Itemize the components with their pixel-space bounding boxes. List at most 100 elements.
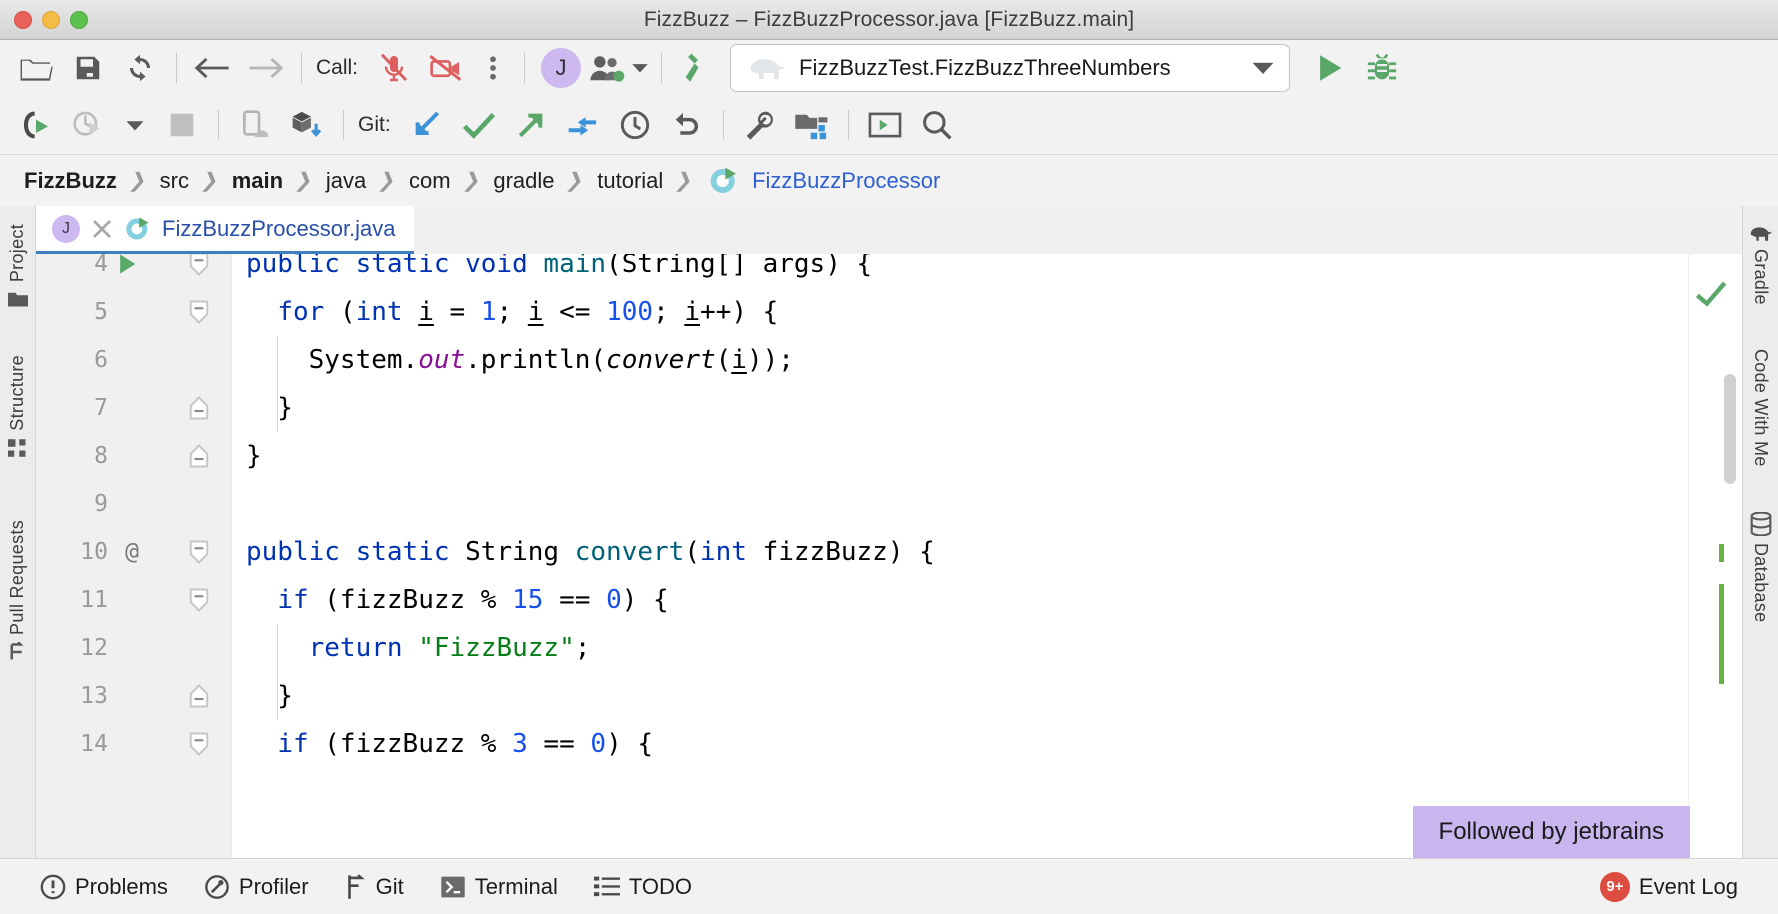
inspection-scroll-strip[interactable] — [1688, 254, 1742, 858]
gutter-row[interactable]: 13 — [36, 672, 231, 720]
run-configuration-selector[interactable]: FizzBuzzTest.FizzBuzzThreeNumbers — [730, 44, 1291, 92]
more-options-icon[interactable] — [472, 45, 514, 91]
fold-end-icon[interactable] — [188, 684, 210, 708]
status-item-problems[interactable]: Problems — [22, 874, 186, 900]
gutter-row[interactable]: 7 — [36, 384, 231, 432]
profiler-run-icon[interactable] — [62, 102, 114, 148]
sidebar-item-code-with-me[interactable]: Code With Me — [1750, 339, 1771, 477]
save-all-icon[interactable] — [62, 45, 114, 91]
code-line[interactable]: public static String convert(int fizzBuz… — [232, 528, 1742, 576]
status-item-git[interactable]: Git — [327, 874, 422, 900]
breadcrumb-item-class[interactable]: FizzBuzzProcessor — [702, 165, 944, 197]
git-push-icon[interactable] — [505, 102, 557, 148]
git-commit-icon[interactable] — [453, 102, 505, 148]
settings-wrench-icon[interactable] — [734, 102, 786, 148]
gutter-row[interactable]: 4 — [36, 254, 231, 288]
fold-end-icon[interactable] — [188, 396, 210, 420]
chevron-down-icon[interactable] — [1251, 60, 1275, 76]
back-arrow-icon[interactable] — [187, 45, 239, 91]
editor-gutter[interactable]: 4 5 6 7 8 9 10 @11 12 13 14 — [36, 254, 232, 858]
gutter-row[interactable]: 10 @ — [36, 528, 231, 576]
breadcrumb-item-java[interactable]: java — [322, 168, 370, 194]
code-line[interactable]: System.out.println(convert(i)); — [232, 336, 1742, 384]
gutter-row[interactable]: 9 — [36, 480, 231, 528]
code-line[interactable]: for (int i = 1; i <= 100; i++) { — [232, 288, 1742, 336]
code-line[interactable]: return "FizzBuzz"; — [232, 624, 1742, 672]
gutter-row[interactable]: 6 — [36, 336, 231, 384]
code-line[interactable]: } — [232, 672, 1742, 720]
microphone-muted-icon[interactable] — [368, 45, 420, 91]
status-item-terminal[interactable]: Terminal — [422, 874, 576, 900]
gutter-row[interactable]: 11 — [36, 576, 231, 624]
code-line[interactable]: } — [232, 384, 1742, 432]
fold-collapse-icon[interactable] — [188, 540, 210, 564]
stop-icon[interactable] — [156, 102, 208, 148]
sidebar-item-pull-requests[interactable]: Pull Requests — [7, 510, 28, 672]
breadcrumb-item-com[interactable]: com — [405, 168, 455, 194]
breadcrumb-item-gradle[interactable]: gradle — [489, 168, 558, 194]
debug-button[interactable] — [1356, 45, 1408, 91]
fold-collapse-icon[interactable] — [188, 588, 210, 612]
code-text-area[interactable]: public static void main(String[] args) {… — [232, 254, 1742, 858]
close-icon[interactable] — [90, 217, 114, 241]
fold-end-icon[interactable] — [188, 444, 210, 468]
sidebar-item-project[interactable]: Project — [7, 214, 28, 319]
code-editor[interactable]: 4 5 6 7 8 9 10 @11 12 13 14 public static void mai… — [36, 254, 1742, 858]
vcs-change-marker — [1719, 544, 1724, 562]
code-line[interactable]: if (fizzBuzz % 3 == 0) { — [232, 720, 1742, 768]
fold-collapse-icon[interactable] — [188, 254, 210, 276]
project-structure-icon[interactable] — [786, 102, 838, 148]
code-with-me-users-icon[interactable] — [587, 45, 651, 91]
git-rollback-icon[interactable] — [661, 102, 713, 148]
terminal-icon[interactable] — [859, 102, 911, 148]
sync-icon[interactable] — [114, 45, 166, 91]
code-line[interactable]: public static void main(String[] args) { — [232, 254, 1742, 288]
status-item-profiler[interactable]: Profiler — [186, 874, 327, 900]
avatar[interactable]: J — [535, 45, 587, 91]
build-hammer-icon[interactable] — [672, 45, 724, 91]
sdk-manager-icon[interactable] — [281, 102, 333, 148]
run-button[interactable] — [1304, 45, 1356, 91]
toolbar-divider — [722, 110, 724, 140]
breadcrumb-class-label: FizzBuzzProcessor — [752, 167, 941, 193]
status-item-todo[interactable]: TODO — [576, 874, 710, 900]
left-strip-label: Pull Requests — [7, 519, 27, 635]
breadcrumb-item-tutorial[interactable]: tutorial — [593, 168, 667, 194]
fold-collapse-icon[interactable] — [188, 732, 210, 756]
breadcrumb-item-src[interactable]: src — [156, 168, 193, 194]
toolbar-divider — [343, 110, 344, 140]
git-history-icon[interactable] — [609, 102, 661, 148]
editor-tab-fizzbuzzprocessor[interactable]: J FizzBuzzProcessor.java — [36, 206, 414, 254]
gutter-row[interactable]: 14 — [36, 720, 231, 768]
sidebar-item-gradle[interactable]: Gradle — [1749, 214, 1773, 315]
profiler-dropdown-icon[interactable] — [114, 102, 156, 148]
editor-scrollbar-thumb[interactable] — [1724, 374, 1736, 484]
breadcrumb-item-main[interactable]: main — [228, 168, 287, 194]
code-line[interactable]: if (fizzBuzz % 15 == 0) { — [232, 576, 1742, 624]
sidebar-item-database[interactable]: Database — [1750, 502, 1772, 632]
git-merge-icon[interactable] — [557, 102, 609, 148]
code-line[interactable]: } — [232, 432, 1742, 480]
annotation-marker[interactable]: @ — [118, 528, 146, 576]
open-folder-icon[interactable] — [10, 45, 62, 91]
git-update-icon[interactable] — [401, 102, 453, 148]
breadcrumb-item-fizzbuzz[interactable]: FizzBuzz — [20, 168, 121, 194]
gutter-row[interactable]: 12 — [36, 624, 231, 672]
forward-arrow-icon[interactable] — [239, 45, 291, 91]
status-item-event-log[interactable]: 9+ Event Log — [1582, 871, 1756, 902]
gutter-row[interactable]: 5 — [36, 288, 231, 336]
run-with-coverage-icon[interactable] — [10, 102, 62, 148]
line-number: 5 — [94, 299, 108, 325]
camera-off-icon[interactable] — [420, 45, 472, 91]
main-area: Project Structure Pull Requests J FizzBu… — [0, 206, 1778, 858]
device-manager-icon[interactable] — [229, 102, 281, 148]
search-icon[interactable] — [911, 102, 963, 148]
fold-collapse-icon[interactable] — [188, 300, 210, 324]
window-title: FizzBuzz – FizzBuzzProcessor.java [FizzB… — [643, 7, 1135, 31]
code-line[interactable] — [232, 480, 1742, 528]
sidebar-item-structure[interactable]: Structure — [7, 345, 28, 468]
gutter-row[interactable]: 8 — [36, 432, 231, 480]
gutter-run-icon[interactable] — [116, 254, 138, 275]
line-number: 9 — [94, 491, 108, 517]
no-errors-check-icon — [1696, 281, 1726, 307]
